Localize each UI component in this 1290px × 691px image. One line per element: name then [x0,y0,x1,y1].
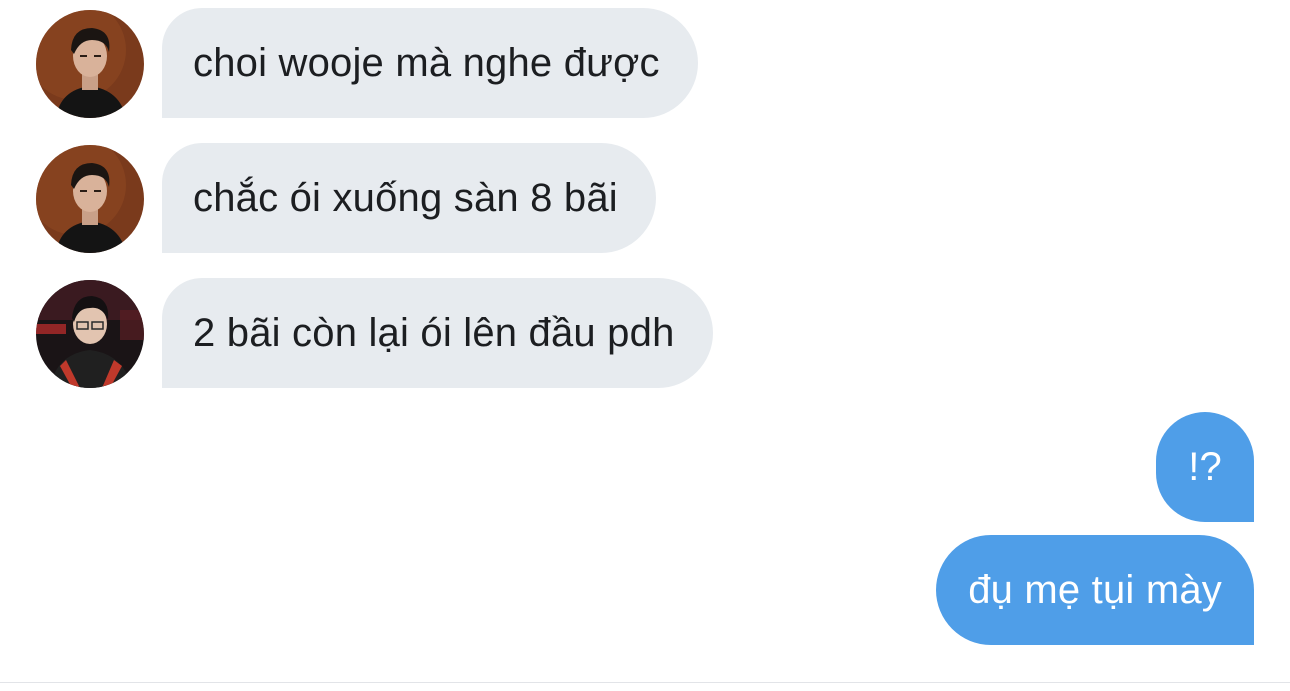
message-bubble-incoming[interactable]: choi wooje mà nghe được [162,8,698,118]
message-bubble-outgoing[interactable]: đụ mẹ tụi mày [936,535,1254,645]
avatar[interactable] [36,10,144,118]
avatar[interactable] [36,145,144,253]
message-row: đụ mẹ tụi mày [0,535,1290,647]
message-bubble-incoming[interactable]: chắc ói xuống sàn 8 bãi [162,143,656,253]
avatar-photo-icon [36,10,144,118]
message-row: choi wooje mà nghe được [0,8,1290,120]
chat-thread: choi wooje mà nghe được chắc ói xuống sà… [0,0,1290,691]
avatar-photo-icon [36,145,144,253]
message-row: 2 bãi còn lại ói lên đầu pdh [0,278,1290,390]
message-bubble-outgoing[interactable]: !? [1156,412,1254,522]
divider [0,682,1290,683]
avatar[interactable] [36,280,144,388]
avatar-photo-icon [36,280,144,388]
message-row: !? [0,412,1290,524]
message-bubble-incoming[interactable]: 2 bãi còn lại ói lên đầu pdh [162,278,713,388]
message-row: chắc ói xuống sàn 8 bãi [0,143,1290,255]
